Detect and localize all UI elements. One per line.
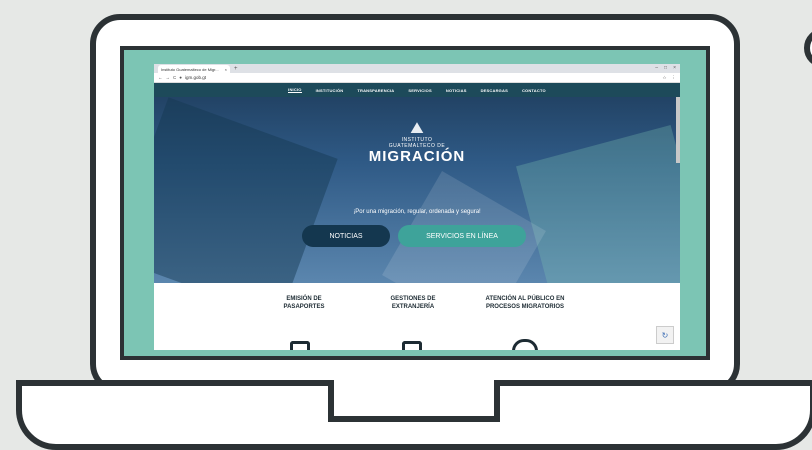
chat-bubble-icon bbox=[512, 339, 538, 350]
nav-item-inicio[interactable]: INICIO bbox=[288, 87, 302, 93]
service-title-line1: GESTIONES DE bbox=[390, 296, 436, 302]
window-controls: – □ × bbox=[655, 65, 676, 71]
forward-icon[interactable]: → bbox=[166, 75, 171, 80]
decorative-circle bbox=[804, 28, 812, 68]
service-gestiones-extranjeria[interactable]: GESTIONES DE EXTRANJERÍA bbox=[380, 295, 446, 311]
maximize-icon[interactable]: □ bbox=[664, 65, 667, 71]
site-logo[interactable]: ⛰ INSTITUTO GUATEMALTECO DE MIGRACIÓN bbox=[154, 121, 680, 165]
service-title-line1: EMISIÓN DE bbox=[286, 296, 322, 302]
extranjeria-icon bbox=[402, 341, 422, 350]
service-title-line2: EXTRANJERÍA bbox=[391, 304, 435, 310]
close-window-icon[interactable]: × bbox=[673, 65, 676, 71]
url-input[interactable]: igm.gob.gt bbox=[185, 75, 206, 80]
menu-icon[interactable]: ⋮ bbox=[672, 75, 677, 81]
service-atencion-publico[interactable]: ATENCIÓN AL PÚBLICO EN PROCESOS MIGRATOR… bbox=[470, 295, 580, 311]
address-bar: ← → C ● igm.gob.gt ☆ ⋮ bbox=[154, 73, 680, 83]
nav-item-servicios[interactable]: SERVICIOS bbox=[408, 88, 432, 93]
new-tab-icon[interactable]: + bbox=[234, 65, 238, 73]
bookmark-star-icon[interactable]: ☆ bbox=[662, 75, 666, 81]
tab-close-icon[interactable]: × bbox=[225, 67, 227, 72]
service-title-line1: ATENCIÓN AL PÚBLICO EN bbox=[485, 296, 565, 302]
servicios-en-linea-button[interactable]: SERVICIOS EN LÍNEA bbox=[398, 225, 526, 247]
browser-window: Instituto Guatemalteco de Migr... × + – … bbox=[154, 64, 680, 350]
recaptcha-icon[interactable]: ↻ bbox=[656, 326, 674, 344]
logo-line3: MIGRACIÓN bbox=[368, 148, 466, 165]
nav-item-contacto[interactable]: CONTACTO bbox=[522, 88, 546, 93]
services-section: EMISIÓN DE PASAPORTES GESTIONES DE EXTRA… bbox=[154, 283, 680, 350]
nav-item-transparencia[interactable]: TRANSPARENCIA bbox=[357, 88, 394, 93]
minimize-icon[interactable]: – bbox=[655, 65, 658, 71]
laptop-screen: Instituto Guatemalteco de Migr... × + – … bbox=[120, 46, 710, 360]
service-emision-pasaportes[interactable]: EMISIÓN DE PASAPORTES bbox=[274, 295, 334, 311]
noticias-button[interactable]: NOTICIAS bbox=[302, 225, 390, 247]
site-navbar: INICIO INSTITUCIÓN TRANSPARENCIA SERVICI… bbox=[154, 83, 680, 97]
nav-item-institucion[interactable]: INSTITUCIÓN bbox=[316, 88, 344, 93]
nav-item-descargas[interactable]: DESCARGAS bbox=[481, 88, 508, 93]
guatemala-map-icon: ⛰ bbox=[410, 120, 424, 137]
tab-title: Instituto Guatemalteco de Migr... bbox=[161, 66, 219, 72]
back-icon[interactable]: ← bbox=[158, 75, 163, 80]
hero-tagline: ¡Por una migración, regular, ordenada y … bbox=[353, 209, 481, 215]
passport-icon bbox=[290, 341, 310, 350]
service-title-line2: PROCESOS MIGRATORIOS bbox=[485, 304, 565, 310]
hero-section: INICIO INSTITUCIÓN TRANSPARENCIA SERVICI… bbox=[154, 83, 680, 283]
service-title-line2: PASAPORTES bbox=[283, 304, 325, 310]
laptop-trackpad bbox=[328, 380, 500, 422]
browser-tab[interactable]: Instituto Guatemalteco de Migr... × bbox=[158, 65, 230, 73]
browser-tabbar: Instituto Guatemalteco de Migr... × + – … bbox=[154, 64, 680, 73]
reload-icon[interactable]: C bbox=[173, 75, 176, 80]
lock-icon: ● bbox=[179, 75, 182, 80]
nav-item-noticias[interactable]: NOTICIAS bbox=[446, 88, 467, 93]
